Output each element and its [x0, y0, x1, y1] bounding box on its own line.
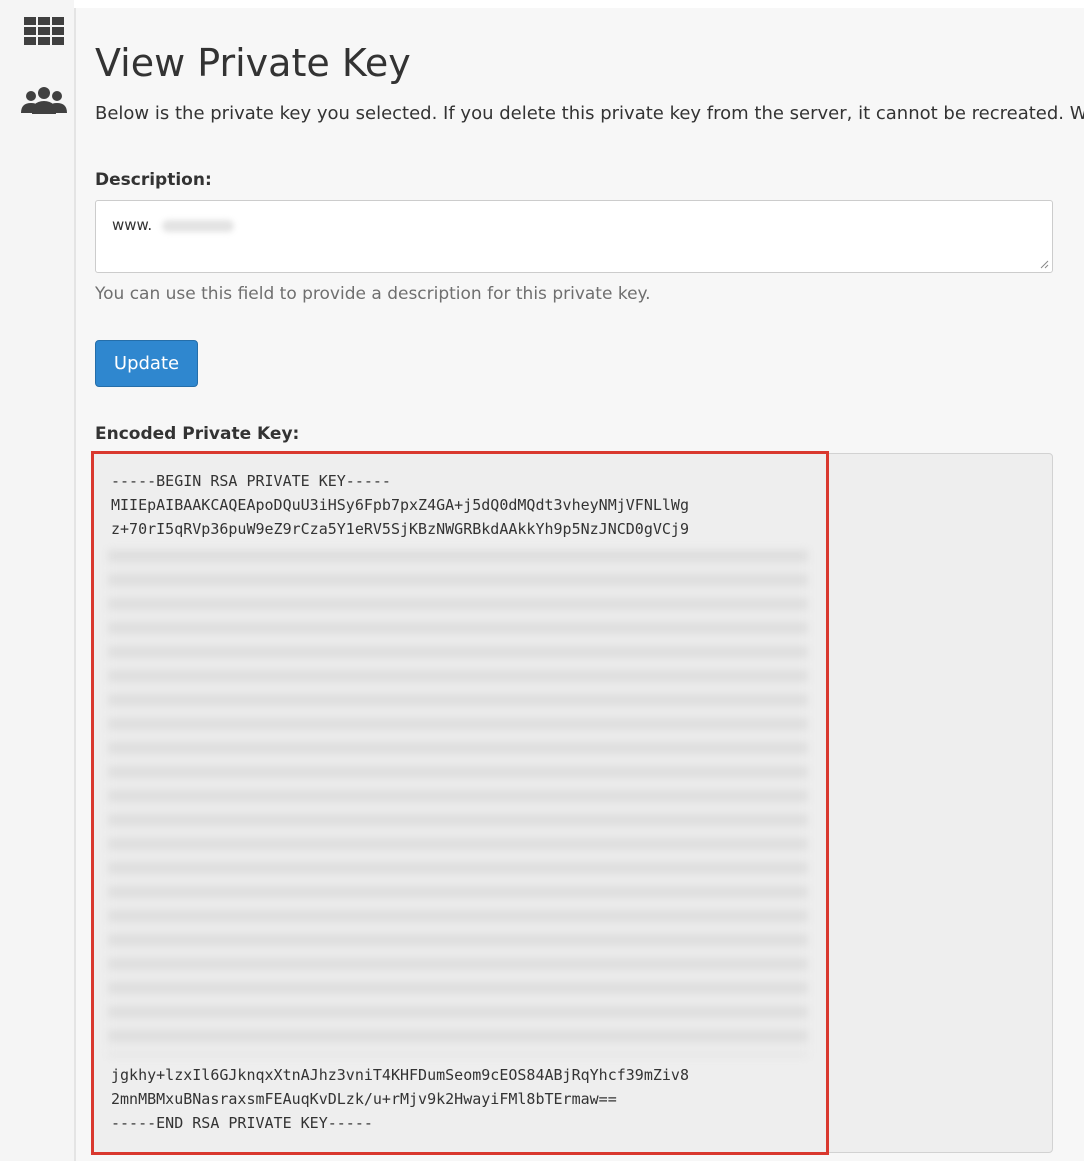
- intro-text: Below is the private key you selected. I…: [95, 103, 1084, 124]
- key-line: jgkhy+lzxIl6GJknqxXtnAJhz3vniT4KHFDumSeo…: [111, 1066, 689, 1084]
- description-label: Description:: [95, 170, 212, 190]
- redacted-domain: [162, 220, 234, 232]
- description-textarea[interactable]: www.: [95, 200, 1053, 273]
- key-line: -----END RSA PRIVATE KEY-----: [111, 1114, 373, 1132]
- key-line: -----BEGIN RSA PRIVATE KEY-----: [111, 472, 391, 490]
- encoded-private-key-label: Encoded Private Key:: [95, 424, 300, 444]
- users-icon[interactable]: [20, 86, 68, 116]
- private-key-highlight: -----BEGIN RSA PRIVATE KEY----- MIIEpAIB…: [91, 451, 829, 1155]
- key-line: MIIEpAIBAAKCAQEApoDQuU3iHSy6Fpb7pxZ4GA+j…: [111, 496, 689, 514]
- resize-handle-icon[interactable]: [1039, 259, 1049, 269]
- page-title: View Private Key: [95, 41, 411, 85]
- update-button[interactable]: Update: [95, 340, 198, 387]
- top-bar: [76, 0, 1084, 8]
- sidebar: [0, 0, 74, 1161]
- description-value: www.: [112, 216, 153, 234]
- description-help-text: You can use this field to provide a desc…: [95, 284, 651, 304]
- redacted-key-lines: [108, 550, 808, 1056]
- grid-icon[interactable]: [20, 16, 68, 46]
- key-line: z+70rI5qRVp36puW9eZ9rCza5Y1eRV5SjKBzNWGR…: [111, 520, 689, 538]
- key-line: 2mnMBMxuBNasraxsmFEAuqKvDLzk/u+rMjv9k2Hw…: [111, 1090, 617, 1108]
